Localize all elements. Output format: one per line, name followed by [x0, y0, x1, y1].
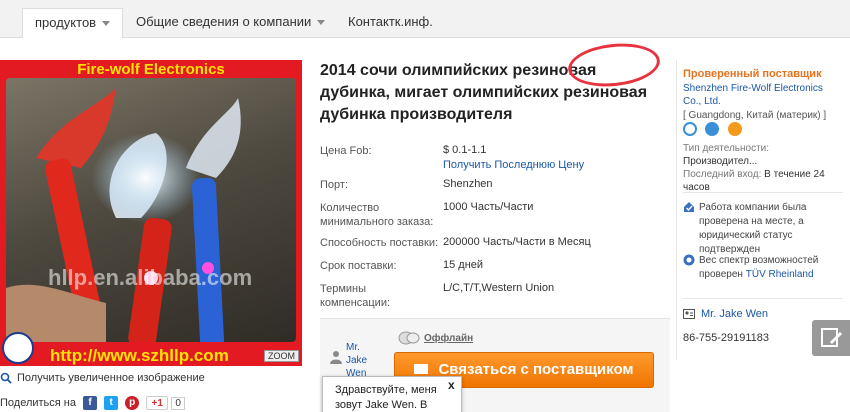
lead-time-value: 15 дней — [443, 259, 484, 271]
image-url-text: http://www.szhllp.com — [50, 346, 229, 365]
onsite-verification: Работа компании была проверена на месте,… — [683, 201, 845, 257]
payment-label: Термины компенсации: — [320, 283, 391, 309]
facebook-icon[interactable]: f — [83, 396, 98, 410]
sidebar-contact-person[interactable]: Mr. Jake Wen — [683, 308, 768, 320]
feedback-button[interactable] — [812, 320, 850, 356]
tab-products[interactable]: продуктов — [22, 8, 124, 38]
last-login-label: Последний вход: — [683, 169, 762, 180]
lead-time-label: Срок поставки: — [320, 260, 397, 272]
chat-popup[interactable]: Здравствуйте, меня зовут Jake Wen. В — [322, 376, 462, 412]
person-icon — [330, 351, 342, 364]
supplier-location: [ Guangdong, Китай (материк) ] — [683, 110, 827, 121]
phone-number: 86-755-29191183 — [683, 332, 770, 344]
tuv-rheinland-link[interactable]: TÜV Rheinland — [746, 269, 814, 280]
chat-status-icon — [398, 331, 420, 345]
payment-value: L/C,T/T,Western Union — [443, 282, 555, 294]
chevron-down-icon — [317, 20, 326, 26]
enlarge-label: Получить увеличенное изображение — [17, 372, 205, 384]
chevron-down-icon — [102, 21, 111, 27]
share-bar: Поделиться на f t p +1 0 — [0, 396, 185, 410]
onsite-verification-text: Работа компании была проверена на месте,… — [699, 202, 807, 255]
gplus-button[interactable]: +1 — [146, 396, 169, 410]
zoom-button[interactable]: ZOOM — [264, 350, 299, 362]
gplus-count: 0 — [171, 396, 185, 410]
moq-value: 1000 Часть/Части — [443, 201, 534, 213]
contact-person-name[interactable]: Mr. Jake Wen — [346, 341, 376, 380]
close-icon[interactable]: x — [448, 378, 455, 392]
supplier-badges — [683, 122, 747, 139]
divider — [683, 192, 843, 193]
image-brand-text: Fire-wolf Electronics — [77, 61, 225, 78]
tab-products-label: продуктов — [35, 15, 97, 30]
supply-value: 200000 Часть/Части в Месяц — [443, 236, 591, 248]
tab-company-info[interactable]: Общие сведения о компании — [124, 8, 337, 38]
fob-label: Цена Fob: — [320, 145, 372, 157]
chat-message: Здравствуйте, меня зовут Jake Wen. В — [335, 384, 437, 411]
business-type-label: Тип деятельности: — [683, 143, 770, 154]
port-label: Порт: — [320, 179, 348, 191]
tab-contacts-label: Контактк.инф. — [348, 14, 433, 29]
top-nav: продуктов Общие сведения о компании Конт… — [0, 0, 850, 38]
divider — [683, 298, 843, 299]
house-check-icon — [684, 202, 694, 212]
medal-icon[interactable] — [727, 122, 742, 136]
tab-company-info-label: Общие сведения о компании — [136, 14, 312, 29]
moq-label: Количество минимального заказа: — [320, 202, 434, 228]
share-label: Поделиться на — [0, 396, 76, 409]
supplier-name-link[interactable]: Shenzhen Fire-Wolf Electronics Co., Ltd. — [683, 82, 843, 108]
contact-card-icon — [683, 309, 695, 320]
twitter-icon[interactable]: t — [104, 396, 119, 410]
product-photo — [6, 78, 296, 342]
supplier-meta: Тип деятельности: Производител... Послед… — [683, 142, 845, 194]
fob-value: $ 0.1-1.1 — [443, 144, 487, 156]
sidebar-contact-name: Mr. Jake Wen — [701, 308, 769, 320]
business-type-value: Производител... — [683, 156, 758, 167]
supply-label: Способность поставки: — [320, 237, 439, 249]
pinterest-icon[interactable]: p — [125, 396, 140, 410]
tab-contacts[interactable]: Контактк.инф. — [336, 8, 445, 38]
envelope-icon — [414, 364, 429, 375]
company-logo-icon — [2, 332, 34, 364]
port-value: Shenzhen — [443, 178, 493, 190]
get-latest-price-link[interactable]: Получить Последнюю Цену — [443, 159, 584, 171]
verified-supplier-title: Проверенный поставщик — [683, 68, 822, 80]
edit-icon — [821, 328, 842, 347]
user-badge-icon[interactable] — [705, 122, 720, 136]
enlarge-image-link[interactable]: Получить увеличенное изображение — [0, 372, 205, 384]
scope-verification: Вес спектр возможностей проверен TÜV Rhe… — [683, 254, 845, 282]
product-image[interactable]: Fire-wolf Electronics hllp.en.alibaba.co… — [0, 60, 302, 366]
magnifier-icon — [0, 372, 12, 384]
clock-icon[interactable] — [683, 122, 697, 136]
image-watermark: hllp.en.alibaba.com — [48, 265, 253, 290]
tuv-badge-icon — [683, 254, 695, 266]
glow-sticks-illustration — [6, 88, 241, 342]
offline-status[interactable]: Оффлайн — [424, 333, 473, 344]
contact-supplier-label: Связаться с поставщиком — [438, 361, 634, 378]
